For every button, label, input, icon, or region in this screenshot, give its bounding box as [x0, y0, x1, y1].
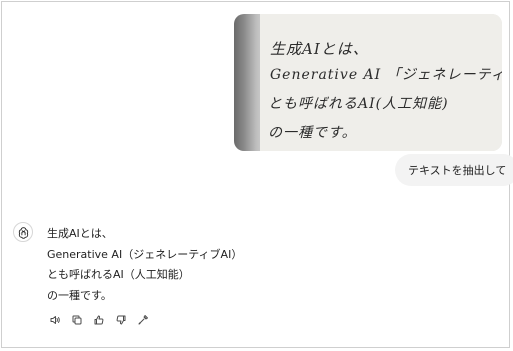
handwritten-line: 生成AIとは、: [270, 40, 369, 58]
handwritten-line: Generative AI 「ジェネレーティブAI」: [270, 67, 502, 83]
handwritten-line: とも呼ばれるAI(人工知能): [268, 96, 449, 112]
copy-icon[interactable]: [70, 313, 84, 327]
assistant-message: 生成AIとは、 Generative AI（ジェネレーティブAI） とも呼ばれる…: [47, 224, 242, 306]
user-prompt-bubble: テキストを抽出して: [395, 154, 513, 186]
uploaded-image[interactable]: 生成AIとは、 Generative AI 「ジェネレーティブAI」 とも呼ばれ…: [234, 14, 502, 151]
assistant-line: とも呼ばれるAI（人工知能）: [47, 268, 190, 281]
thumbs-down-icon[interactable]: [114, 313, 128, 327]
assistant-line: 生成AIとは、: [47, 227, 113, 240]
handwritten-line: の一種です。: [268, 125, 357, 141]
message-actions: [48, 313, 150, 327]
assistant-line: の一種です。: [47, 288, 112, 302]
openai-logo-icon: [13, 222, 33, 242]
chat-window: 生成AIとは、 Generative AI 「ジェネレーティブAI」 とも呼ばれ…: [1, 1, 513, 348]
assistant-line: Generative AI（ジェネレーティブAI）: [47, 247, 243, 261]
speaker-icon[interactable]: [48, 313, 62, 327]
regenerate-icon[interactable]: [136, 313, 150, 327]
thumbs-up-icon[interactable]: [92, 313, 106, 327]
